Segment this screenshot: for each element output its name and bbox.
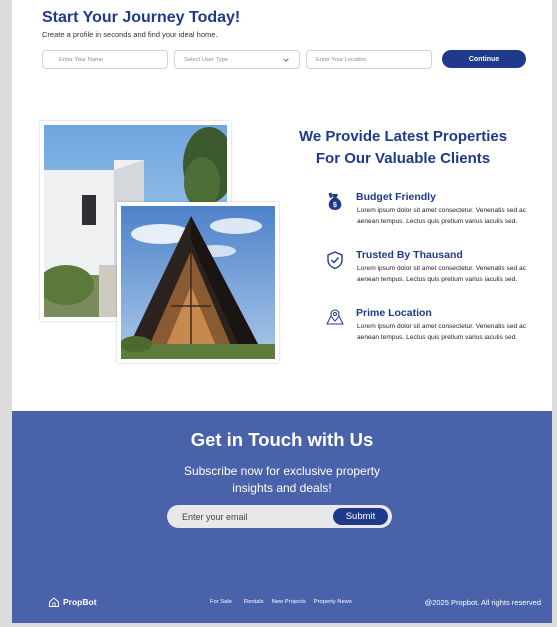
features-heading-line2: For Our Valuable Clients bbox=[315, 150, 491, 167]
features-heading-line1: We Provide Latest Properties bbox=[298, 128, 508, 145]
email-input[interactable] bbox=[182, 505, 322, 528]
chevron-down-icon bbox=[283, 58, 289, 62]
feature-description: Lorem ipsum dolor sit amet consectetur. … bbox=[357, 207, 526, 225]
user-type-select[interactable]: Select User Type bbox=[174, 50, 300, 69]
name-input-placeholder: Enter Your Name bbox=[59, 56, 104, 63]
footer-brand: PropBot bbox=[63, 597, 97, 607]
subscribe-form: Submit bbox=[167, 505, 392, 528]
svg-text:$: $ bbox=[333, 202, 337, 209]
feature-title: Prime Location bbox=[356, 307, 432, 319]
footer-link-rentals[interactable]: Rentals bbox=[244, 599, 264, 605]
submit-button[interactable]: Submit bbox=[333, 508, 388, 525]
footer-links: For Sale Rentals New Projects Property N… bbox=[210, 599, 352, 605]
feature-description: Lorem ipsum dolor sit amet consectetur. … bbox=[357, 323, 526, 341]
contact-section: Get in Touch with Us Subscribe now for e… bbox=[12, 411, 552, 623]
a-frame-house-photo bbox=[117, 202, 279, 363]
journey-title: Start Your Journey Today! bbox=[42, 9, 241, 26]
house-logo-icon bbox=[49, 597, 59, 607]
feature-title: Trusted By Thausand bbox=[356, 249, 463, 261]
money-bag-icon: $ bbox=[328, 192, 342, 210]
map-pin-icon bbox=[326, 309, 344, 325]
continue-button[interactable]: Continue bbox=[442, 50, 526, 68]
user-type-placeholder: Select User Type bbox=[184, 56, 229, 63]
copyright: @2025 Propbot. All rights reserved bbox=[424, 598, 541, 607]
contact-title: Get in Touch with Us bbox=[190, 429, 374, 450]
footer-link-for-sale[interactable]: For Sale bbox=[210, 599, 232, 605]
journey-subtitle: Create a profile in seconds and find you… bbox=[42, 30, 218, 39]
features-heading: We Provide Latest Properties For Our Val… bbox=[280, 126, 526, 170]
location-input-placeholder: Enter Your Location bbox=[316, 56, 367, 63]
footer-link-new-projects[interactable]: New Projects bbox=[272, 599, 306, 605]
location-input[interactable]: Enter Your Location bbox=[306, 50, 432, 69]
feature-description: Lorem ipsum dolor sit amet consectetur. … bbox=[357, 265, 526, 283]
page: Start Your Journey Today! Create a profi… bbox=[12, 0, 552, 623]
feature-title: Budget Friendly bbox=[356, 191, 436, 203]
contact-subtitle: Subscribe now for exclusive property ins… bbox=[183, 464, 381, 495]
footer-link-property-news[interactable]: Property News bbox=[314, 599, 352, 605]
shield-check-icon bbox=[327, 251, 343, 270]
name-input[interactable]: Enter Your Name bbox=[42, 50, 168, 69]
footer-logo[interactable]: PropBot bbox=[48, 596, 97, 608]
